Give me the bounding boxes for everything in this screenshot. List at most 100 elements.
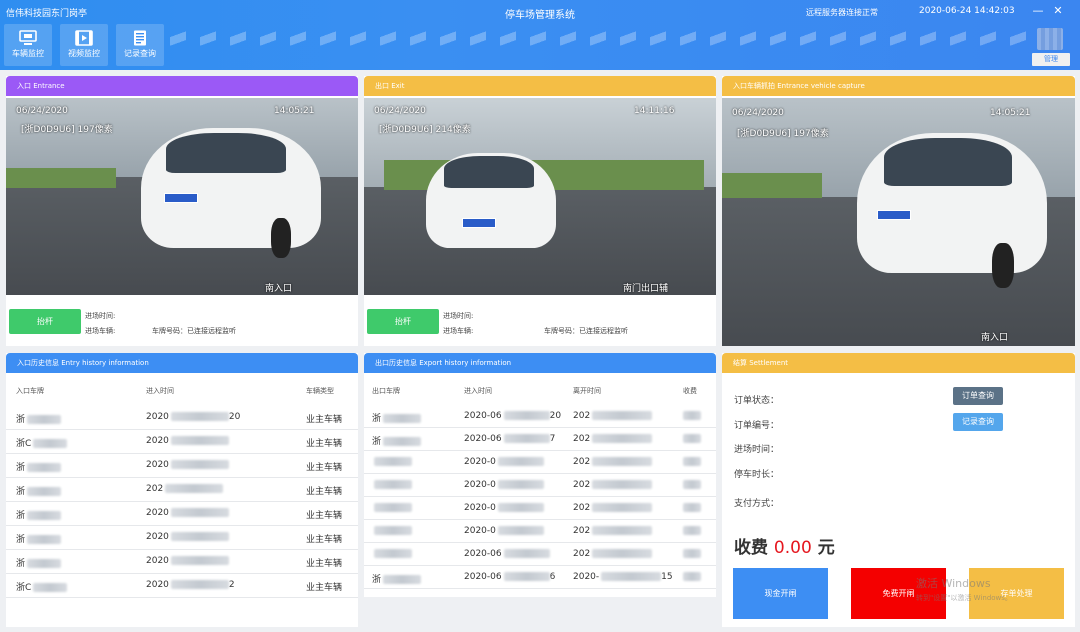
monitor-icon	[19, 30, 37, 45]
column-header: 入口车牌	[16, 387, 44, 395]
table-row[interactable]: 浙 2020 业主车辆	[6, 526, 358, 550]
exit-time-label: 进场时间:	[443, 312, 474, 320]
payment-method-label: 支付方式：	[734, 499, 780, 509]
order-number-label: 订单编号：	[734, 421, 780, 431]
fee-cell	[683, 503, 701, 513]
column-header: 离开时间	[573, 387, 601, 395]
table-row[interactable]: 浙 2020-06 20 202	[364, 405, 716, 428]
nav-record-query-button[interactable]: 记录查询	[116, 24, 164, 66]
plate-cell	[372, 503, 412, 513]
camera-date: 06/24/2020	[16, 106, 68, 116]
type-cell: 业主车辆	[306, 559, 343, 569]
capture-camera-feed[interactable]: 06/24/2020 14:05:21 [浙D0D9U6] 197像素 南入口	[722, 98, 1075, 346]
out-time-cell: 2020- 15	[573, 572, 673, 582]
plate-cell: 浙	[16, 484, 62, 497]
table-row[interactable]: 浙C 2020 2 业主车辆	[6, 574, 358, 598]
server-status: 远程服务器连接正常	[806, 8, 878, 17]
table-row[interactable]: 2020-0 202	[364, 451, 716, 474]
type-cell: 业主车辆	[306, 415, 343, 425]
table-row[interactable]: 浙C 2020 业主车辆	[6, 430, 358, 454]
fee-amount: 0.00	[773, 538, 812, 558]
plate-cell	[372, 457, 412, 467]
time-cell: 2020	[146, 532, 229, 542]
table-row[interactable]: 浙 2020 20 业主车辆	[6, 406, 358, 430]
table-row[interactable]: 浙 2020-06 6 2020- 15	[364, 566, 716, 589]
camera-name: 南入口	[981, 333, 1009, 343]
out-time-cell: 202	[573, 411, 653, 421]
entrance-lift-button[interactable]: 抬杆	[9, 309, 81, 334]
table-row[interactable]: 2020-0 202	[364, 474, 716, 497]
watermark-line2: 转到"设置"以激活 Windows。	[916, 594, 1012, 602]
minimize-button[interactable]: —	[1031, 4, 1045, 17]
entrance-panel-title: 入口 Entrance	[6, 76, 358, 96]
camera-plate-readout: [浙D0D9U6] 197像素	[737, 129, 829, 139]
time-cell: 2020	[146, 460, 229, 470]
exit-camera-feed[interactable]: 06/24/2020 14:11:16 [浙D0D9U6] 214像素 南门出口…	[364, 98, 716, 295]
video-icon	[75, 30, 93, 46]
exit-lift-button[interactable]: 抬杆	[367, 309, 439, 334]
entrance-plate-label: 进场车辆:	[85, 327, 116, 335]
out-time-cell: 202	[573, 457, 653, 467]
plate-cell: 浙C	[16, 436, 68, 449]
out-time-cell: 202	[573, 480, 653, 490]
admin-button[interactable]: 管理	[1032, 53, 1070, 66]
time-cell: 2020	[146, 508, 229, 518]
plate-cell: 浙	[372, 434, 422, 447]
camera-time: 14:05:21	[990, 108, 1031, 118]
in-time-cell: 2020-0	[464, 526, 544, 536]
watermark-line1: 激活 Windows	[916, 577, 991, 590]
plate-cell: 浙	[16, 460, 62, 473]
time-cell: 2020 20	[146, 412, 241, 422]
table-row[interactable]: 2020-0 202	[364, 497, 716, 520]
exit-camera-status: 车牌号码：已连接远程监听	[544, 327, 628, 335]
table-row[interactable]: 浙 202 业主车辆	[6, 478, 358, 502]
entrance-camera-status: 车牌号码：已连接远程监听	[152, 327, 236, 335]
nav-vehicle-monitor-button[interactable]: 车辆监控	[4, 24, 52, 66]
column-header: 进入时间	[146, 387, 174, 395]
table-row[interactable]: 2020-0 202	[364, 520, 716, 543]
out-time-cell: 202	[573, 526, 653, 536]
windows-activation-watermark: 激活 Windows 转到"设置"以激活 Windows。	[916, 575, 1012, 603]
table-row[interactable]: 浙 2020-06 7 202	[364, 428, 716, 451]
header-bar: 信伟科技园东门岗亭 停车场管理系统 远程服务器连接正常 2020-06-24 1…	[0, 0, 1080, 70]
plate-cell	[372, 526, 412, 536]
type-cell: 业主车辆	[306, 439, 343, 449]
nav-video-monitor-button[interactable]: 视频监控	[60, 24, 108, 66]
record-query-button[interactable]: 记录查询	[953, 413, 1003, 431]
entry-history-title: 入口历史信息 Entry history information	[6, 353, 358, 373]
out-time-cell: 202	[573, 434, 653, 444]
document-icon	[134, 30, 146, 46]
table-row[interactable]: 浙 2020 业主车辆	[6, 454, 358, 478]
column-header: 进入时间	[464, 387, 492, 395]
entrance-camera-feed[interactable]: 06/24/2020 14:05:21 [浙D0D9U6] 197像素 南入口	[6, 98, 358, 295]
capture-panel: 入口车辆抓拍 Entrance vehicle capture 06/24/20…	[722, 76, 1075, 346]
table-row[interactable]: 浙 2020 业主车辆	[6, 502, 358, 526]
column-header: 车辆类型	[306, 387, 334, 395]
nav-label: 视频监控	[68, 49, 100, 58]
camera-time: 14:05:21	[274, 106, 315, 116]
in-time-cell: 2020-06 6	[464, 572, 556, 582]
camera-name: 南门出口辅	[623, 284, 669, 294]
time-cell: 2020	[146, 556, 229, 566]
time-cell: 202	[146, 484, 224, 494]
exit-history-title: 出口历史信息 Export history information	[364, 353, 716, 373]
close-button[interactable]: ✕	[1051, 4, 1065, 17]
camera-plate-readout: [浙D0D9U6] 214像素	[379, 125, 471, 135]
plate-cell: 浙	[16, 412, 62, 425]
order-query-button[interactable]: 订单查询	[953, 387, 1003, 405]
column-header: 收费	[683, 387, 697, 395]
in-time-cell: 2020-0	[464, 480, 544, 490]
camera-name: 南入口	[265, 284, 293, 294]
in-time-cell: 2020-0	[464, 503, 544, 513]
fee-cell	[683, 572, 701, 582]
duration-label: 停车时长：	[734, 470, 780, 480]
cash-open-button[interactable]: 现金开闸	[733, 568, 828, 619]
table-row[interactable]: 2020-06 202	[364, 543, 716, 566]
in-time-cell: 2020-06 7	[464, 434, 556, 444]
entry-time-label: 进场时间：	[734, 445, 780, 455]
camera-plate-readout: [浙D0D9U6] 197像素	[21, 125, 113, 135]
entry-history-panel: 入口历史信息 Entry history information 入口车牌 进入…	[6, 353, 358, 627]
in-time-cell: 2020-06 20	[464, 411, 562, 421]
table-row[interactable]: 浙 2020 业主车辆	[6, 550, 358, 574]
fee-cell	[683, 549, 701, 559]
